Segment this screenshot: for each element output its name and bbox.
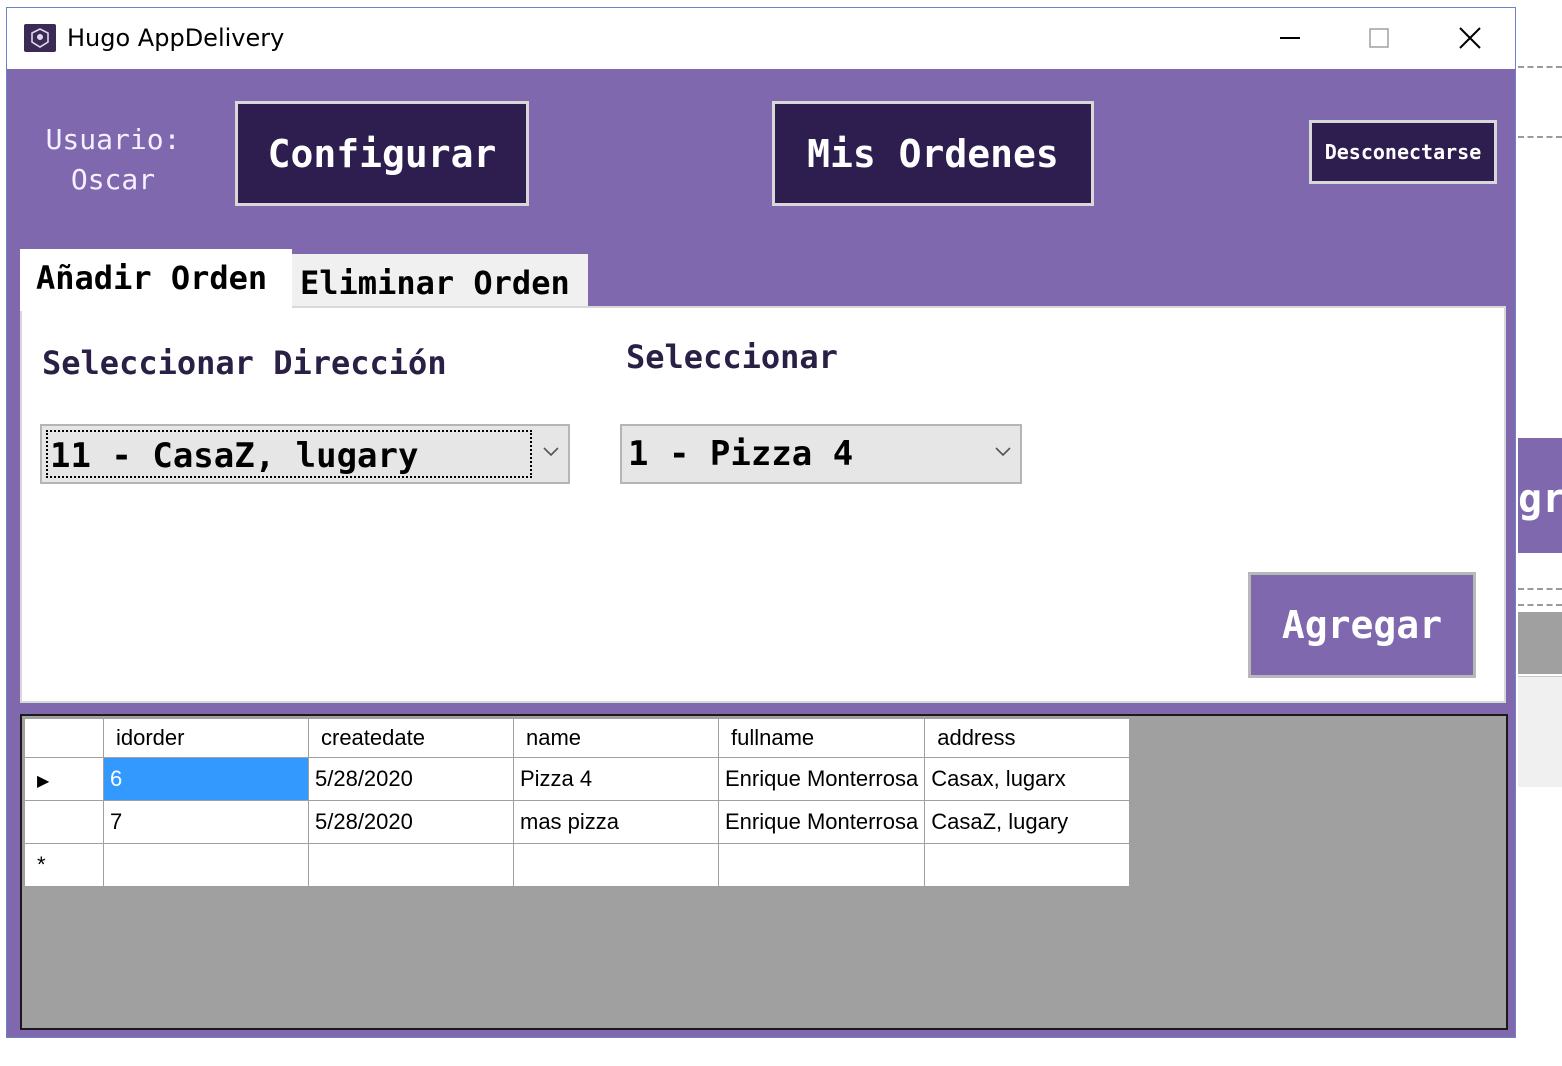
maximize-icon: [1369, 28, 1389, 48]
table-row[interactable]: ▶ 6 5/28/2020 Pizza 4 Enrique Monterrosa…: [24, 757, 1131, 801]
user-name: Oscar: [70, 163, 156, 196]
table-cell[interactable]: 7: [103, 800, 309, 844]
my-orders-button[interactable]: Mis Ordenes: [772, 101, 1094, 206]
address-select-value: 11 - CasaZ, lugary: [46, 430, 532, 478]
table-cell[interactable]: [103, 843, 309, 887]
column-header-address[interactable]: address: [924, 718, 1131, 758]
background-divider: [1518, 66, 1562, 68]
chevron-down-icon: [543, 447, 559, 457]
user-label: Usuario: Oscar: [33, 120, 193, 200]
column-header-idorder[interactable]: idorder: [103, 718, 309, 758]
configure-button[interactable]: Configurar: [235, 101, 529, 206]
tab-remove-order[interactable]: Eliminar Orden: [292, 254, 588, 308]
table-row[interactable]: 7 5/28/2020 mas pizza Enrique Monterrosa…: [24, 800, 1131, 844]
background-divider: [1518, 588, 1562, 590]
product-select-value: 1 - Pizza 4: [628, 434, 854, 474]
row-header[interactable]: [24, 800, 104, 844]
table-cell[interactable]: 5/28/2020: [308, 757, 514, 801]
add-order-panel: Seleccionar Dirección Seleccionar 11 - C…: [20, 306, 1506, 703]
maximize-button[interactable]: [1349, 18, 1409, 58]
minimize-icon: [1280, 37, 1300, 39]
table-header-row: idorder createdate name fullname address: [24, 718, 1131, 758]
table-cell[interactable]: [717, 843, 926, 887]
tab-add-order[interactable]: Añadir Orden: [20, 249, 292, 311]
table-cell[interactable]: mas pizza: [513, 800, 719, 844]
close-icon: [1459, 27, 1481, 49]
background-panel: [1518, 676, 1562, 787]
table-cell[interactable]: Enrique Monterrosa: [717, 800, 926, 844]
table-cell[interactable]: [924, 843, 1131, 887]
background-button: gr: [1518, 438, 1562, 553]
column-header-createdate[interactable]: createdate: [308, 718, 514, 758]
logout-button[interactable]: Desconectarse: [1309, 120, 1497, 184]
background-divider: [1518, 604, 1562, 606]
product-select[interactable]: 1 - Pizza 4: [620, 424, 1022, 484]
current-row-indicator[interactable]: ▶: [24, 757, 104, 801]
table-cell[interactable]: [513, 843, 719, 887]
background-divider: [1518, 136, 1562, 138]
new-row[interactable]: *: [24, 843, 1131, 887]
table-cell[interactable]: 5/28/2020: [308, 800, 514, 844]
orders-table[interactable]: idorder createdate name fullname address…: [24, 718, 1131, 887]
new-row-indicator[interactable]: *: [24, 843, 104, 887]
table-cell[interactable]: [308, 843, 514, 887]
orders-grid[interactable]: idorder createdate name fullname address…: [20, 714, 1508, 1030]
asterisk-icon: *: [37, 852, 46, 877]
user-caption: Usuario:: [45, 123, 181, 156]
chevron-down-icon: [995, 447, 1011, 457]
address-select[interactable]: 11 - CasaZ, lugary: [40, 424, 570, 484]
column-header-fullname[interactable]: fullname: [717, 718, 926, 758]
table-cell[interactable]: Casax, lugarx: [924, 757, 1131, 801]
window-title: Hugo AppDelivery: [67, 24, 285, 52]
app-window: Hugo AppDelivery Usuario: Oscar Configur…: [6, 7, 1516, 1038]
table-cell[interactable]: Enrique Monterrosa: [717, 757, 926, 801]
current-row-icon: ▶: [37, 773, 50, 790]
close-button[interactable]: [1440, 18, 1500, 58]
title-bar[interactable]: Hugo AppDelivery: [7, 8, 1515, 69]
add-button[interactable]: Agregar: [1248, 572, 1476, 678]
app-icon: [24, 24, 56, 52]
column-header-name[interactable]: name: [513, 718, 719, 758]
table-cell[interactable]: 6: [103, 757, 309, 801]
minimize-button[interactable]: [1260, 18, 1320, 58]
table-cell[interactable]: Pizza 4: [513, 757, 719, 801]
row-header-corner[interactable]: [24, 718, 104, 758]
product-label: Seleccionar: [626, 338, 838, 376]
address-label: Seleccionar Dirección: [42, 344, 447, 382]
background-panel: [1518, 612, 1562, 674]
table-cell[interactable]: CasaZ, lugary: [924, 800, 1131, 844]
